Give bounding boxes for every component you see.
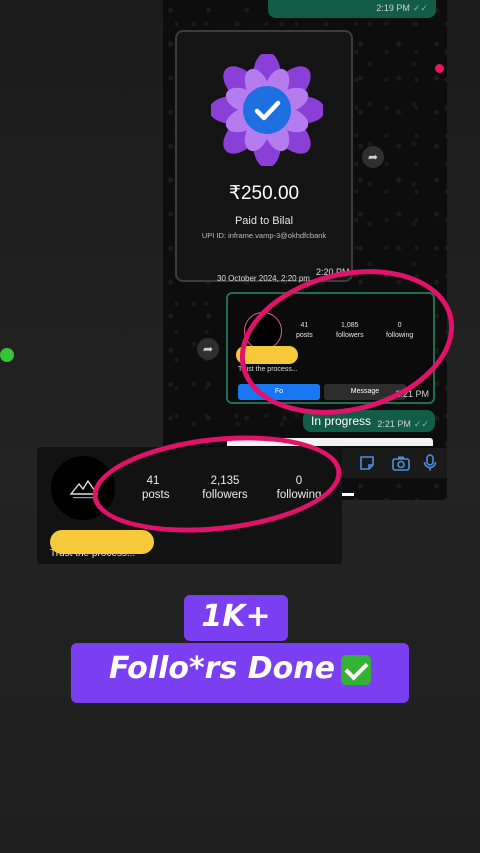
payment-amount: ₹250.00 (228, 183, 300, 204)
mic-icon[interactable] (420, 454, 440, 472)
chat-screenshot: 2:19 PM ✓✓ ₹250.00 Paid to Bilal UPI ID:… (163, 0, 447, 500)
payment-date: 30 October 2024, 2:20 pm (217, 274, 310, 283)
message-text: In progress (311, 414, 372, 428)
payment-receipt-card[interactable]: ₹250.00 Paid to Bilal UPI ID: inframe.va… (175, 30, 353, 283)
headline-line-1: 1K+ (201, 599, 271, 634)
upi-id: UPI ID: inframe.vamp-3@okhdfcbank (201, 231, 327, 240)
headline-line-2: Follo*rs Done (71, 651, 409, 686)
chat-message-bubble: 2:19 PM ✓✓ (268, 0, 436, 18)
message-time: 2:21 PM ✓✓ (377, 419, 429, 429)
check-mark-icon (340, 654, 371, 685)
sticker-icon[interactable] (357, 454, 377, 472)
green-dot (0, 348, 14, 362)
pink-dot (435, 64, 444, 73)
tab-indicator (342, 493, 354, 496)
camera-icon[interactable] (391, 454, 411, 472)
forward-icon[interactable]: ➦ (197, 338, 219, 360)
redacted-username (50, 530, 154, 554)
payment-recipient: Paid to Bilal (234, 215, 294, 227)
verified-lotus-icon (211, 54, 323, 166)
forward-icon[interactable]: ➦ (362, 146, 384, 168)
message-time: 2:19 PM ✓✓ (376, 3, 428, 13)
